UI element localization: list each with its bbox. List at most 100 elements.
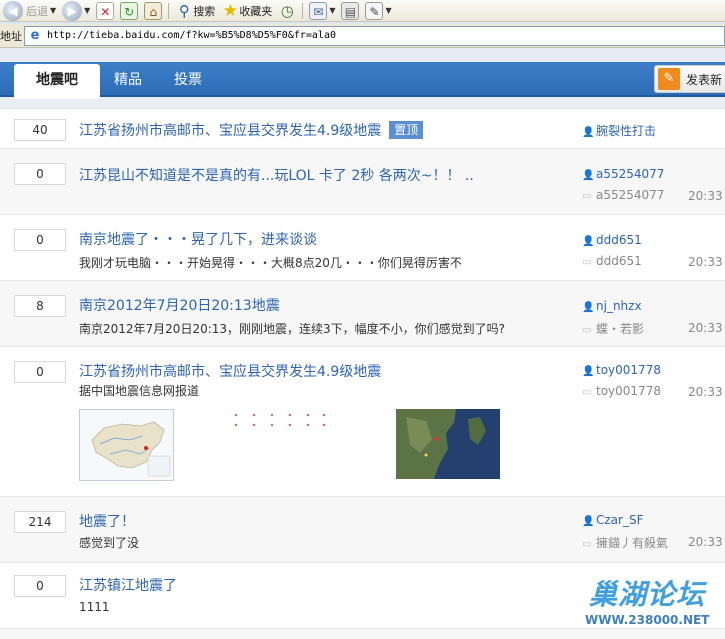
reply-time: 20:33 (688, 385, 723, 399)
user-icon: 👤 (582, 170, 595, 181)
mail-icon: ✉ (309, 1, 328, 20)
edit-icon: ✎ (365, 1, 384, 20)
thread-author[interactable]: 👤 腕裂性打击 (582, 122, 656, 139)
thread-row: 40 江苏省扬州市高邮市、宝应县交界发生4.9级地震 置顶 👤 腕裂性打击 (0, 109, 725, 149)
reply-time: 20:33 (688, 255, 723, 269)
thread-abstract: 南京2012年7月20日20:13，刚刚地震，连续3下，幅度不小，你们感觉到了吗… (79, 322, 506, 336)
favorites-button[interactable]: ★ 收藏夹 (218, 0, 275, 22)
dots-thumbnail[interactable] (228, 409, 338, 439)
last-replier-name[interactable]: ddd651 (596, 254, 642, 268)
address-url[interactable]: http://tieba.baidu.com/f?kw=%B5%D8%D5%F0… (47, 30, 336, 41)
history-icon: ◷ (280, 1, 294, 20)
reply-count: 0 (14, 575, 66, 597)
print-button[interactable]: ▤ (338, 0, 362, 22)
thread-title[interactable]: 江苏省扬州市高邮市、宝应县交界发生4.9级地震 (79, 123, 381, 139)
thread-abstract: 据中国地震信息网报道 (79, 384, 200, 398)
thread-title[interactable]: 江苏镇江地震了 (79, 575, 177, 595)
thread-title[interactable]: 江苏昆山不知道是不是真的有...玩LOL 卡了 2秒 各两次~！！ .. (79, 165, 474, 185)
author-name[interactable]: a55254077 (596, 167, 664, 181)
mail-dropdown-icon[interactable]: ▼ (329, 6, 335, 15)
author-name[interactable]: toy001778 (596, 363, 661, 377)
last-replier[interactable]: ▭ toy001778 (582, 384, 661, 398)
favorites-label: 收藏夹 (239, 4, 273, 18)
reply-icon: ▭ (582, 191, 592, 202)
tab-vote[interactable]: 投票 (174, 64, 202, 97)
back-button[interactable]: ◀ 后退 ▼ (0, 0, 59, 22)
thread-title[interactable]: 地震了！ (79, 511, 135, 531)
home-icon: ⌂ (144, 1, 163, 20)
last-replier-name[interactable]: toy001778 (596, 384, 661, 398)
last-replier[interactable]: ▭ ddd651 (582, 254, 642, 268)
thread-title[interactable]: 江苏省扬州市高邮市、宝应县交界发生4.9级地震 (79, 361, 381, 381)
satellite-map-thumbnail[interactable] (396, 409, 500, 479)
tab-forum-home[interactable]: 地震吧 (14, 64, 100, 99)
china-map-image (80, 410, 173, 480)
reply-time: 20:33 (688, 189, 723, 203)
china-map-thumbnail[interactable] (79, 409, 174, 481)
back-label: 后退 (26, 4, 48, 18)
user-icon: 👤 (582, 127, 595, 138)
reply-time: 20:33 (688, 535, 723, 549)
refresh-button[interactable]: ↻ (117, 0, 141, 22)
thread-row: 0 南京地震了・・・晃了几下，进来谈谈 我刚才玩电脑・・・开始晃得・・・大概8点… (0, 215, 725, 281)
ie-page-icon: e (30, 27, 40, 43)
dots-image (234, 413, 326, 427)
edit-button[interactable]: ✎ ▼ (362, 0, 394, 22)
forward-arrow-icon: ▶ (62, 0, 83, 21)
user-icon: 👤 (582, 366, 595, 377)
last-replier[interactable]: ▭ 蝶・若影 (582, 320, 644, 337)
forum-tab-bar: 地震吧 精品 投票 ✎ 发表新 (0, 62, 725, 99)
reply-icon: ▭ (582, 257, 592, 268)
satellite-map-image (396, 409, 500, 479)
thread-title-link[interactable]: 江苏省扬州市高邮市、宝应县交界发生4.9级地震 置顶 (79, 120, 424, 140)
mail-button[interactable]: ✉ ▼ (306, 0, 338, 22)
printer-icon: ▤ (341, 1, 360, 20)
thread-list: 40 江苏省扬州市高邮市、宝应县交界发生4.9级地震 置顶 👤 腕裂性打击 0 江苏… (0, 108, 725, 639)
thread-row: 214 地震了！ 感觉到了没 👤 Czar_SF ▭ 擁錨丿有殺氣 20:33 (0, 497, 725, 563)
thread-author[interactable]: 👤 Czar_SF (582, 513, 643, 527)
address-label: 地址 (0, 29, 22, 43)
address-input[interactable]: e http://tieba.baidu.com/f?kw=%B5%D8%D5%… (24, 25, 725, 46)
reply-count: 0 (14, 361, 66, 383)
last-replier-name[interactable]: a55254077 (596, 188, 664, 202)
thread-row: 8 南京2012年7月20日20:13地震 南京2012年7月20日20:13，… (0, 281, 725, 347)
thread-title[interactable]: 南京2012年7月20日20:13地震 (79, 295, 280, 315)
home-button[interactable]: ⌂ (141, 0, 165, 22)
last-replier[interactable]: ▭ a55254077 (582, 188, 664, 202)
user-icon: 👤 (582, 236, 595, 247)
new-post-label: 发表新 (686, 72, 723, 87)
last-replier[interactable]: ▭ 擁錨丿有殺氣 (582, 534, 668, 551)
toolbar-divider (302, 2, 304, 19)
address-bar: 地址 e http://tieba.baidu.com/f?kw=%B5%D8%… (0, 24, 725, 48)
toolbar-divider (168, 2, 170, 19)
reply-icon: ▭ (582, 539, 592, 550)
reply-count: 8 (14, 295, 66, 317)
thread-author[interactable]: 👤 toy001778 (582, 363, 661, 377)
author-name[interactable]: 腕裂性打击 (596, 124, 656, 138)
thread-author[interactable]: 👤 nj_nhzx (582, 299, 642, 313)
refresh-icon: ↻ (120, 1, 139, 20)
last-replier-name[interactable]: 蝶・若影 (596, 322, 644, 336)
new-post-button[interactable]: ✎ 发表新 (654, 65, 725, 93)
forward-button[interactable]: ▶ ▼ (59, 0, 93, 22)
reply-icon: ▭ (582, 387, 592, 398)
forward-dropdown-icon[interactable]: ▼ (84, 6, 90, 15)
stop-button[interactable]: ✕ (93, 0, 117, 22)
history-button[interactable]: ◷ (275, 0, 299, 22)
pinned-badge: 置顶 (389, 121, 424, 139)
last-replier-name[interactable]: 擁錨丿有殺氣 (596, 536, 668, 550)
edit-dropdown-icon[interactable]: ▼ (385, 6, 391, 15)
thread-title[interactable]: 南京地震了・・・晃了几下，进来谈谈 (79, 229, 317, 249)
back-dropdown-icon[interactable]: ▼ (50, 6, 56, 15)
search-label: 搜索 (193, 4, 216, 18)
thread-row (0, 629, 725, 639)
thread-author[interactable]: 👤 ddd651 (582, 233, 642, 247)
author-name[interactable]: Czar_SF (596, 513, 643, 527)
author-name[interactable]: nj_nhzx (596, 299, 642, 313)
search-button[interactable]: ⚲ 搜索 (172, 0, 218, 22)
author-name[interactable]: ddd651 (596, 233, 642, 247)
thread-author[interactable]: 👤 a55254077 (582, 167, 664, 181)
thread-abstract: 1111 (79, 600, 110, 614)
tab-featured[interactable]: 精品 (114, 64, 142, 97)
reply-time: 20:33 (688, 321, 723, 335)
